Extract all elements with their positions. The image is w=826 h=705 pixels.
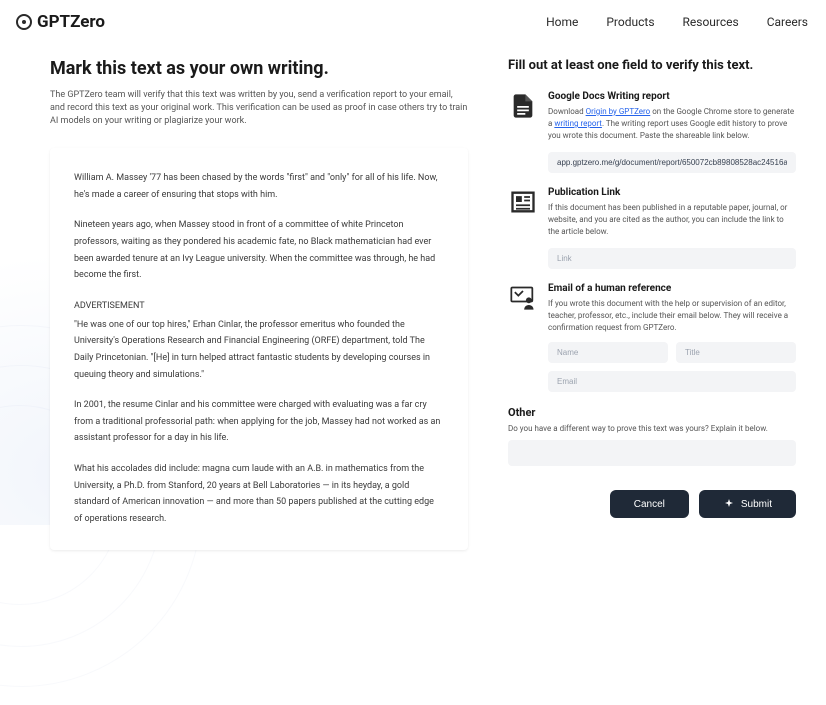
- nav-products[interactable]: Products: [606, 15, 654, 29]
- other-desc: Do you have a different way to prove thi…: [508, 424, 796, 433]
- doc-paragraph: William A. Massey '77 has been chased by…: [74, 170, 444, 203]
- gdocs-link-input[interactable]: [548, 152, 796, 173]
- logo-mark-icon: [16, 14, 32, 30]
- writing-report-link[interactable]: writing report: [554, 119, 602, 128]
- origin-link[interactable]: Origin by GPTZero: [586, 107, 651, 116]
- gdocs-desc: Download Origin by GPTZero on the Google…: [548, 106, 796, 142]
- cancel-button[interactable]: Cancel: [610, 490, 689, 518]
- human-ref-desc: If you wrote this document with the help…: [548, 298, 796, 334]
- human-ref-title: Email of a human reference: [548, 283, 796, 294]
- brand-name: GPTZero: [37, 12, 105, 32]
- ref-email-input[interactable]: [548, 371, 796, 392]
- doc-paragraph: In 2001, the resume Cinlar and his commi…: [74, 397, 444, 447]
- publication-link-input[interactable]: [548, 248, 796, 269]
- doc-advertisement-label: ADVERTISEMENT: [74, 298, 444, 315]
- teacher-icon: [508, 284, 538, 314]
- brand-logo[interactable]: GPTZero: [16, 12, 105, 32]
- doc-paragraph: What his accolades did include: magna cu…: [74, 461, 444, 528]
- sparkle-icon: [723, 498, 735, 510]
- newspaper-icon: [508, 188, 538, 218]
- document-card: William A. Massey '77 has been chased by…: [50, 148, 468, 550]
- nav-resources[interactable]: Resources: [683, 15, 739, 29]
- publication-title: Publication Link: [548, 187, 796, 198]
- page-subtitle: The GPTZero team will verify that this t…: [50, 89, 468, 128]
- document-icon: [508, 92, 538, 122]
- nav-links: Home Products Resources Careers: [546, 15, 808, 29]
- other-explain-input[interactable]: [508, 440, 796, 466]
- page-title: Mark this text as your own writing.: [50, 58, 468, 79]
- nav-careers[interactable]: Careers: [767, 15, 808, 29]
- publication-desc: If this document has been published in a…: [548, 202, 796, 238]
- ref-title-input[interactable]: [676, 342, 796, 363]
- ref-name-input[interactable]: [548, 342, 668, 363]
- doc-paragraph: "He was one of our top hires," Erhan Cin…: [74, 317, 444, 384]
- doc-paragraph: Nineteen years ago, when Massey stood in…: [74, 217, 444, 284]
- form-heading: Fill out at least one field to verify th…: [508, 58, 796, 73]
- other-title: Other: [508, 406, 796, 419]
- gdocs-title: Google Docs Writing report: [548, 91, 796, 102]
- nav-home[interactable]: Home: [546, 15, 578, 29]
- submit-button[interactable]: Submit: [699, 490, 796, 518]
